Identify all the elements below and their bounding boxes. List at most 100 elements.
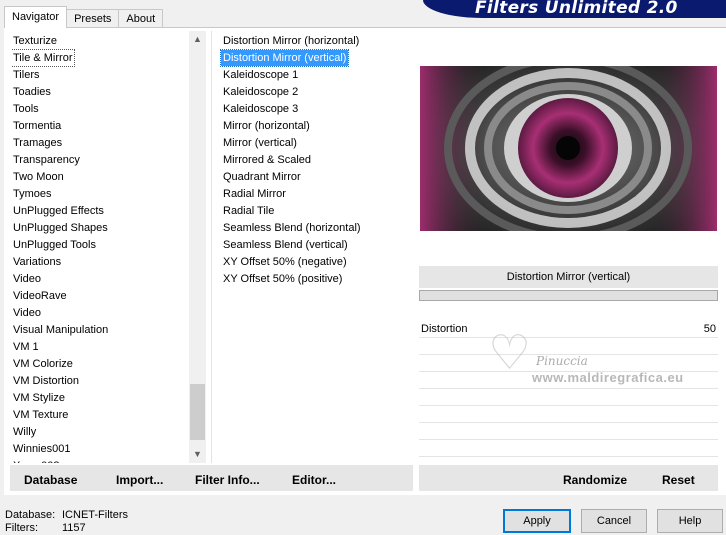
category-item[interactable]: VM Texture	[11, 407, 191, 424]
category-item[interactable]: Tile & Mirror	[11, 49, 191, 67]
filter-item[interactable]: Radial Tile	[221, 203, 411, 220]
category-item[interactable]: Two Moon	[11, 169, 191, 186]
category-item[interactable]: VM Distortion	[11, 373, 191, 390]
parameter-label: Distortion	[421, 323, 468, 335]
category-item[interactable]: Video	[11, 305, 191, 322]
category-item[interactable]: Tools	[11, 101, 191, 118]
tab-about[interactable]: About	[118, 9, 164, 28]
scroll-down-arrow-icon[interactable]: ▼	[189, 446, 206, 463]
category-item[interactable]: Xaos 008	[11, 458, 191, 463]
filter-label: Seamless Blend (vertical)	[223, 239, 348, 251]
category-item[interactable]: Toadies	[11, 84, 191, 101]
filter-item[interactable]: Mirror (vertical)	[221, 135, 411, 152]
filter-item[interactable]: Radial Mirror	[221, 186, 411, 203]
category-item[interactable]: Variations	[11, 254, 191, 271]
filter-label: Mirror (vertical)	[223, 137, 297, 149]
filters-count: 1157	[62, 522, 86, 534]
filter-label: Mirrored & Scaled	[223, 154, 312, 166]
filter-label: XY Offset 50% (negative)	[223, 256, 347, 268]
category-item[interactable]: Video	[11, 271, 191, 288]
category-item[interactable]: Visual Manipulation	[11, 322, 191, 339]
parameter-row-empty	[419, 440, 718, 457]
app-banner: Filters Unlimited 2.0	[423, 0, 726, 18]
tab-presets[interactable]: Presets	[66, 9, 120, 28]
app-title: Filters Unlimited 2.0	[475, 0, 678, 18]
category-list[interactable]: Texturize Tile & Mirror Tilers Toadies Tools…	[11, 33, 191, 463]
filter-label: Mirror (horizontal)	[223, 120, 310, 132]
filter-item[interactable]: Kaleidoscope 1	[221, 67, 411, 84]
tab-bar: Navigator Presets About	[4, 6, 164, 28]
parameter-row-empty	[419, 338, 718, 355]
filter-label: Distortion Mirror (vertical)	[219, 49, 350, 67]
category-item[interactable]: Transparency	[11, 152, 191, 169]
cancel-button[interactable]: Cancel	[581, 509, 647, 533]
filter-item[interactable]: Distortion Mirror (horizontal)	[221, 33, 411, 50]
filter-item[interactable]: Mirrored & Scaled	[221, 152, 411, 169]
category-label: UnPlugged Tools	[13, 239, 96, 251]
filter-label: Kaleidoscope 2	[223, 86, 299, 98]
database-value: ICNET-Filters	[62, 509, 128, 521]
category-scrollbar[interactable]: ▲ ▼	[189, 31, 206, 463]
category-item[interactable]: UnPlugged Effects	[11, 203, 191, 220]
filter-item[interactable]: Quadrant Mirror	[221, 169, 411, 186]
category-item[interactable]: Winnies001	[11, 441, 191, 458]
category-item[interactable]: Texturize	[11, 33, 191, 50]
category-item[interactable]: VideoRave	[11, 288, 191, 305]
category-item[interactable]: VM Colorize	[11, 356, 191, 373]
import-button[interactable]: Import...	[116, 465, 163, 491]
filter-label: Seamless Blend (horizontal)	[223, 222, 361, 234]
reset-button[interactable]: Reset	[662, 465, 695, 491]
help-button[interactable]: Help	[657, 509, 723, 533]
apply-button[interactable]: Apply	[503, 509, 571, 533]
filter-item[interactable]: Seamless Blend (horizontal)	[221, 220, 411, 237]
category-label: UnPlugged Effects	[13, 205, 104, 217]
category-item[interactable]: Tramages	[11, 135, 191, 152]
category-label: Tymoes	[13, 188, 52, 200]
category-item[interactable]: Tormentia	[11, 118, 191, 135]
scroll-up-arrow-icon[interactable]: ▲	[189, 31, 206, 48]
category-label: Tormentia	[13, 120, 62, 132]
category-item[interactable]: Tymoes	[11, 186, 191, 203]
category-label: Variations	[13, 256, 62, 268]
category-label: Toadies	[13, 86, 51, 98]
filter-item[interactable]: Distortion Mirror (vertical)	[219, 49, 411, 67]
tab-navigator[interactable]: Navigator	[4, 6, 68, 28]
parameter-row-empty	[419, 406, 718, 423]
parameter-value[interactable]: 50	[704, 321, 716, 337]
filter-item[interactable]: Seamless Blend (vertical)	[221, 237, 411, 254]
filter-label: XY Offset 50% (positive)	[223, 273, 343, 285]
progress-bar	[419, 290, 718, 301]
filter-label: Radial Tile	[223, 205, 275, 217]
category-item[interactable]: Tilers	[11, 67, 191, 84]
randomize-button[interactable]: Randomize	[563, 465, 627, 491]
filter-item[interactable]: XY Offset 50% (positive)	[221, 271, 411, 288]
right-toolbar: Randomize Reset	[419, 465, 718, 491]
category-label: Tramages	[13, 137, 63, 149]
category-item[interactable]: VM 1	[11, 339, 191, 356]
category-label: VM Stylize	[13, 392, 65, 404]
category-item[interactable]: VM Stylize	[11, 390, 191, 407]
selected-filter-name: Distortion Mirror (vertical)	[419, 266, 718, 288]
filter-item[interactable]: XY Offset 50% (negative)	[221, 254, 411, 271]
database-button[interactable]: Database	[24, 465, 77, 491]
editor-button[interactable]: Editor...	[292, 465, 336, 491]
parameter-row-empty	[419, 423, 718, 440]
category-label: Tilers	[13, 69, 40, 81]
filter-info-button[interactable]: Filter Info...	[195, 465, 260, 491]
parameter-row-empty	[419, 372, 718, 389]
filter-item[interactable]: Kaleidoscope 2	[221, 84, 411, 101]
category-label: Two Moon	[13, 171, 64, 183]
category-label: Video	[13, 273, 41, 285]
filter-item[interactable]: Mirror (horizontal)	[221, 118, 411, 135]
category-label: Winnies001	[13, 443, 71, 455]
database-label: Database:	[5, 509, 56, 521]
category-item[interactable]: UnPlugged Tools	[11, 237, 191, 254]
category-item[interactable]: UnPlugged Shapes	[11, 220, 191, 237]
filter-item[interactable]: Kaleidoscope 3	[221, 101, 411, 118]
filter-list[interactable]: Distortion Mirror (horizontal) Distortion…	[219, 33, 411, 288]
category-label: Willy	[13, 426, 37, 438]
category-item[interactable]: Willy	[11, 424, 191, 441]
status-area: Database: ICNET-Filters Filters: 1157	[5, 509, 128, 535]
scroll-thumb[interactable]	[190, 384, 205, 440]
parameter-row[interactable]: Distortion 50	[419, 321, 718, 338]
